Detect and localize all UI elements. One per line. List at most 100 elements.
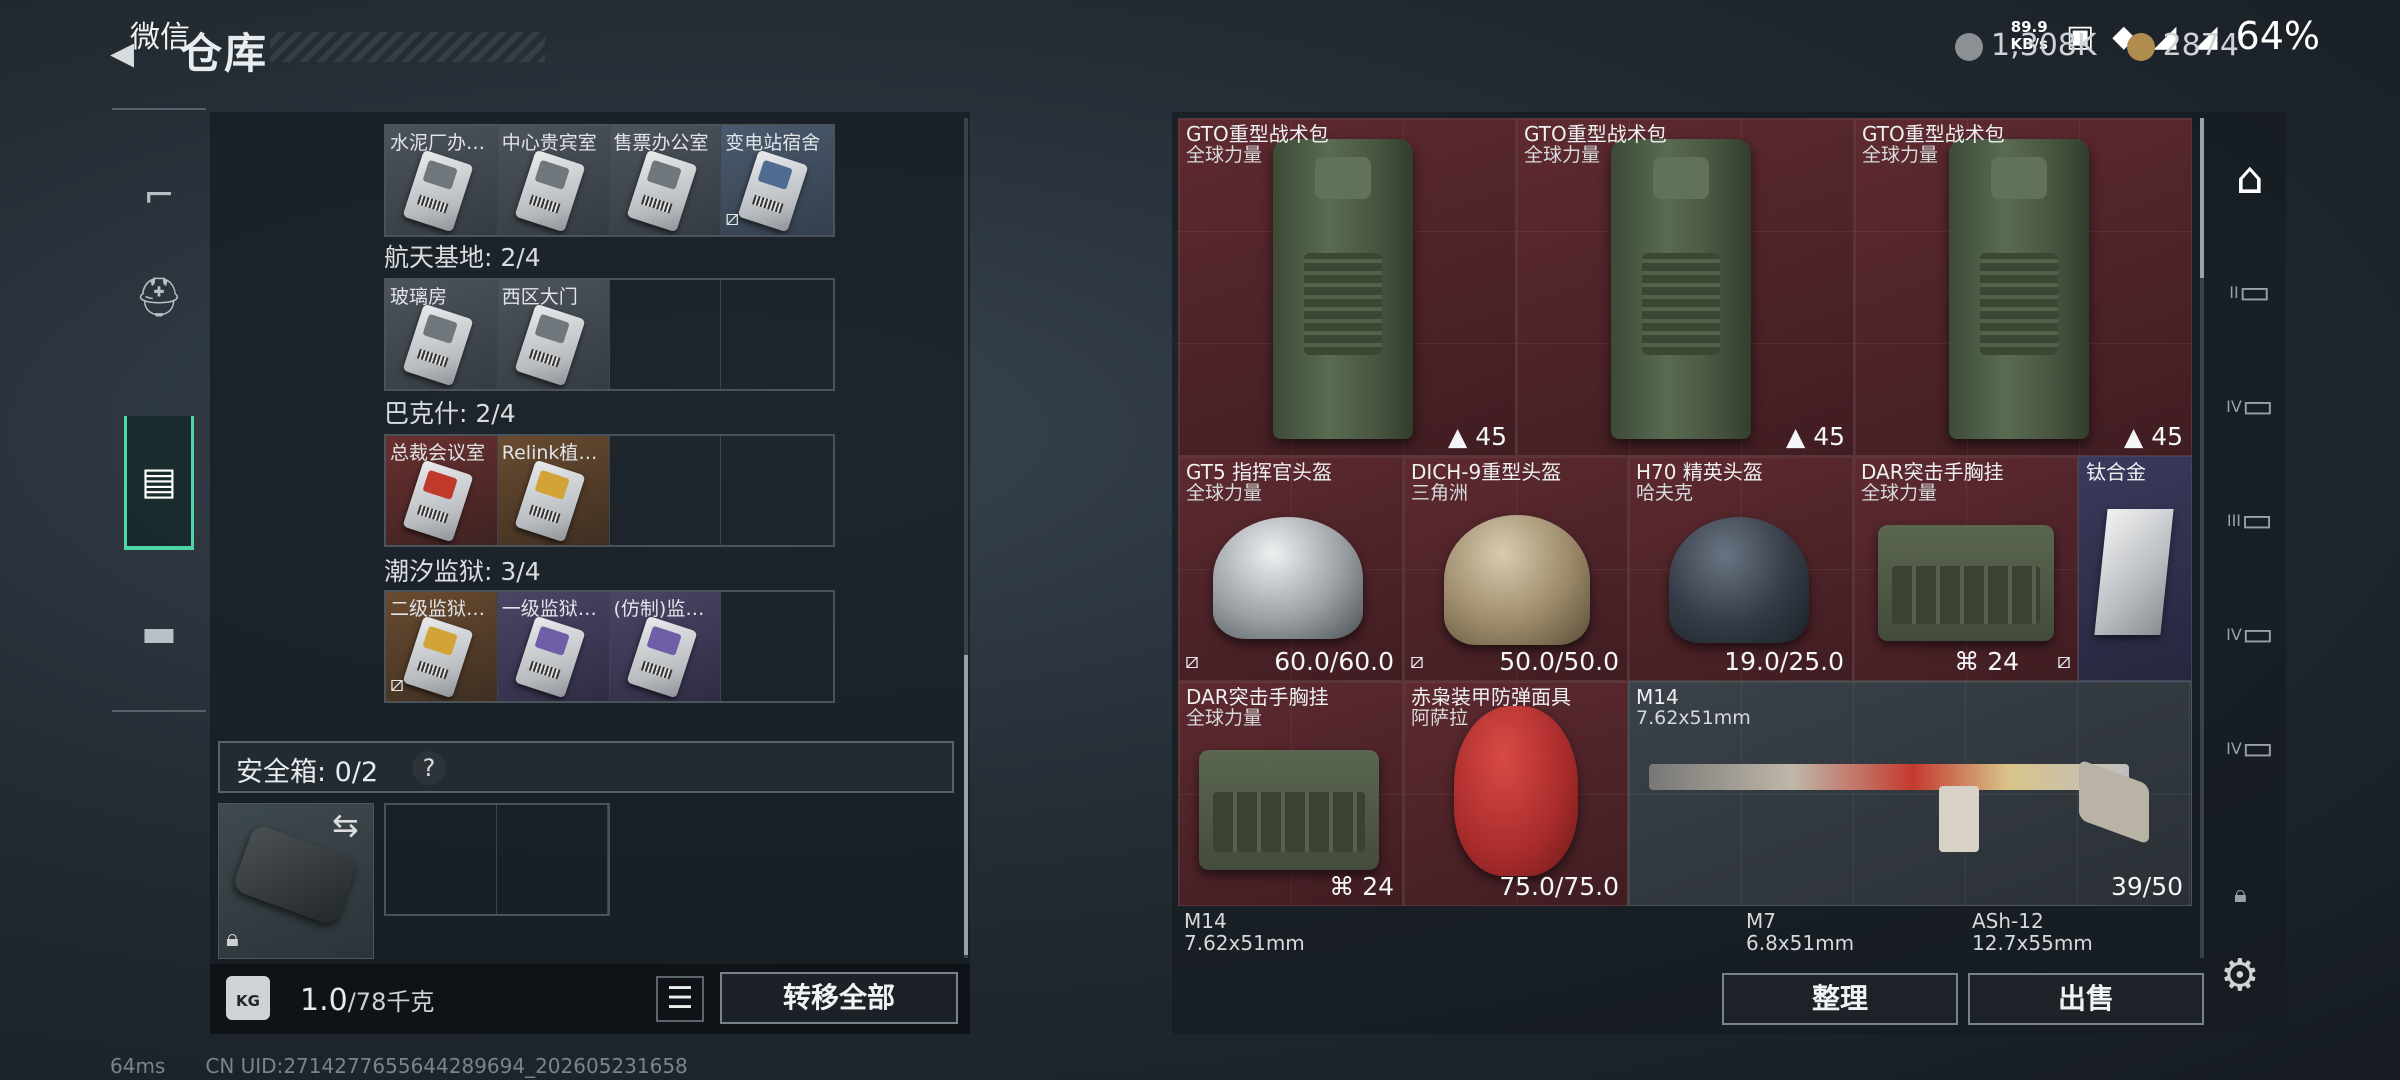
key-card-slot[interactable]: Relink植… <box>497 436 610 545</box>
item-m7-name[interactable]: M7 6.8x51mm <box>1746 910 1854 954</box>
currency-gold: 2874 <box>2126 28 2239 63</box>
empty-slot[interactable] <box>610 280 722 389</box>
key-card-slot[interactable]: 二级监狱… ⧄ <box>386 592 498 701</box>
capacity-value: ▲ 45 <box>2124 422 2183 451</box>
item-tile-backpack-1[interactable]: GTO重型战术包 全球力量 ▲ 45 <box>1178 118 1516 456</box>
item-tile-helmet-gt5[interactable]: GT5 指挥官头盔 全球力量 ⧄ 60.0/60.0 <box>1178 456 1403 681</box>
key-name: 玻璃房 <box>390 286 448 308</box>
mask-image <box>1454 706 1578 876</box>
right-scrollbar-thumb[interactable] <box>2200 118 2204 278</box>
key-card-slot[interactable]: 玻璃房 <box>386 280 498 389</box>
toolbox-icon[interactable]: ▬ <box>124 588 194 678</box>
list-view-icon[interactable]: ☰ <box>656 976 704 1022</box>
key-row: 二级监狱… ⧄ 一级监狱… (仿制)监… <box>384 590 835 703</box>
titanium-image <box>2094 509 2174 635</box>
keycard-image <box>737 149 809 233</box>
uid-display: CN UID:2714277655644289694_202605231658 <box>205 1054 688 1078</box>
key-row: 总裁会议室 Relink植… <box>384 434 835 547</box>
sell-button[interactable]: 出售 <box>1968 973 2204 1025</box>
item-tile-helmet-h70[interactable]: H70 精英头盔 哈夫克 19.0/25.0 <box>1628 456 1853 681</box>
empty-slot[interactable] <box>386 805 497 914</box>
item-tile-helmet-dich9[interactable]: DICH-9重型头盔 三角洲 ⧄ 50.0/50.0 <box>1403 456 1628 681</box>
chest-rig-image <box>1878 525 2054 641</box>
item-tile-chest-rig-1[interactable]: DAR突击手胸挂 全球力量 ⌘ 24 ⧄ <box>1853 456 2078 681</box>
map-group-label: 航天基地: 2/4 <box>384 243 541 272</box>
page-title: 仓库 <box>180 29 269 78</box>
weight-icon: KG <box>226 976 270 1020</box>
item-tile-m14[interactable]: M14 7.62x51mm 39/50 <box>1628 681 2192 906</box>
item-tile-backpack-3[interactable]: GTO重型战术包 全球力量 ▲ 45 <box>1854 118 2192 456</box>
key-card-slot[interactable]: 售票办公室 <box>609 126 722 235</box>
stash-tab-icon[interactable]: IV ▭ <box>2220 718 2280 778</box>
lock-icon: 🔒︎ <box>226 924 239 952</box>
key-card-slot[interactable]: 西区大门 <box>497 280 610 389</box>
backpack-image <box>1949 139 2089 439</box>
key-card-slot[interactable]: 水泥厂办… <box>386 126 498 235</box>
left-scrollbar-thumb[interactable] <box>964 655 968 955</box>
left-category-nav: ⌐ ⛑ ▤ ▬ <box>112 108 206 712</box>
silver-coin-icon <box>1955 32 1983 61</box>
stash-filter-rail: ⌂ II ▭ IV ▭ III ▭ IV ▭ IV ▭ <box>2212 112 2286 1034</box>
key-name: 西区大门 <box>501 286 578 308</box>
transfer-all-button[interactable]: 转移全部 <box>720 972 958 1024</box>
key-name: 总裁会议室 <box>390 442 486 464</box>
keycard-image <box>402 149 474 233</box>
partial-item-row: M14 7.62x51mm M7 6.8x51mm ASh-12 12.7x55mm <box>1178 908 2192 956</box>
no-link-icon: ⧄ <box>1185 649 1199 674</box>
helmet-armor-icon[interactable]: ⛑ <box>124 252 194 342</box>
keycard-image <box>625 149 698 233</box>
empty-slot[interactable] <box>497 805 608 914</box>
keycard-image <box>514 303 586 387</box>
item-ash12-name[interactable]: ASh-12 12.7x55mm <box>1972 910 2093 954</box>
key-name: 中心贵宾室 <box>501 132 597 154</box>
item-m14-name[interactable]: M14 7.62x51mm <box>1184 910 1305 954</box>
helmet-image <box>1213 517 1363 639</box>
stash-home-icon[interactable]: ⌂ <box>2220 148 2280 208</box>
rifle-magazine <box>1939 786 1979 852</box>
stash-tab-icon[interactable]: II ▭ <box>2220 262 2280 322</box>
capacity-value: ⌘ 24 <box>1954 647 2019 676</box>
sort-button[interactable]: 整理 <box>1722 973 1958 1025</box>
no-link-icon: ⧄ <box>2057 649 2071 674</box>
help-icon[interactable]: ? <box>412 751 446 785</box>
rifle-image <box>1649 764 2129 790</box>
key-card-slot[interactable]: 总裁会议室 <box>386 436 498 545</box>
backpack-icon[interactable]: ▤ <box>124 416 194 550</box>
empty-slot[interactable] <box>721 436 833 545</box>
lock-icon[interactable]: 🔒︎ <box>2234 880 2247 908</box>
empty-slot[interactable] <box>610 436 722 545</box>
keycard-image <box>402 303 474 387</box>
item-tile-mask[interactable]: 赤枭装甲防弹面具 阿萨拉 75.0/75.0 <box>1403 681 1628 906</box>
currency-silver: 1,308K <box>1955 28 2097 63</box>
item-tile-chest-rig-2[interactable]: DAR突击手胸挂 全球力量 ⌘ 24 <box>1178 681 1403 906</box>
backpack-image <box>1611 139 1751 439</box>
capacity-icon: ▲ <box>1448 422 1476 451</box>
key-card-slot[interactable]: 中心贵宾室 <box>497 126 610 235</box>
gear-icon[interactable]: ⚙ <box>2220 950 2259 1001</box>
swap-icon[interactable]: ⇆ <box>332 806 359 844</box>
key-row: 玻璃房 西区大门 <box>384 278 835 391</box>
keycard-image <box>402 615 474 699</box>
stash-tab-icon[interactable]: III ▭ <box>2220 490 2280 550</box>
key-card-slot[interactable]: 一级监狱… <box>497 592 610 701</box>
keycard-image <box>514 615 586 699</box>
weight-display: 1.0/78千克 <box>300 983 435 1018</box>
empty-slot[interactable] <box>721 280 833 389</box>
weapon-icon[interactable]: ⌐ <box>124 150 194 240</box>
key-name: 水泥厂办… <box>390 132 486 154</box>
keycard-image <box>514 149 586 233</box>
key-name: 一级监狱… <box>501 598 597 620</box>
key-name: (仿制)监… <box>613 598 705 620</box>
back-arrow-icon[interactable]: ◂ <box>110 22 170 82</box>
currency-display: 1,308K 2874 <box>1955 28 2239 63</box>
stash-tab-icon[interactable]: IV ▭ <box>2220 376 2280 436</box>
capacity-value: ⌘ 24 <box>1329 872 1394 901</box>
item-tile-backpack-2[interactable]: GTO重型战术包 全球力量 ▲ 45 <box>1516 118 1854 456</box>
capacity-icon: ▲ <box>2124 422 2152 451</box>
empty-slot[interactable] <box>721 592 833 701</box>
helmet-image <box>1669 517 1809 643</box>
item-tile-titanium[interactable]: 钛合金 <box>2078 456 2192 681</box>
key-card-slot[interactable]: 变电站宿舍 ⧄ <box>721 126 833 235</box>
stash-tab-icon[interactable]: IV ▭ <box>2220 604 2280 664</box>
key-card-slot[interactable]: (仿制)监… <box>609 592 722 701</box>
